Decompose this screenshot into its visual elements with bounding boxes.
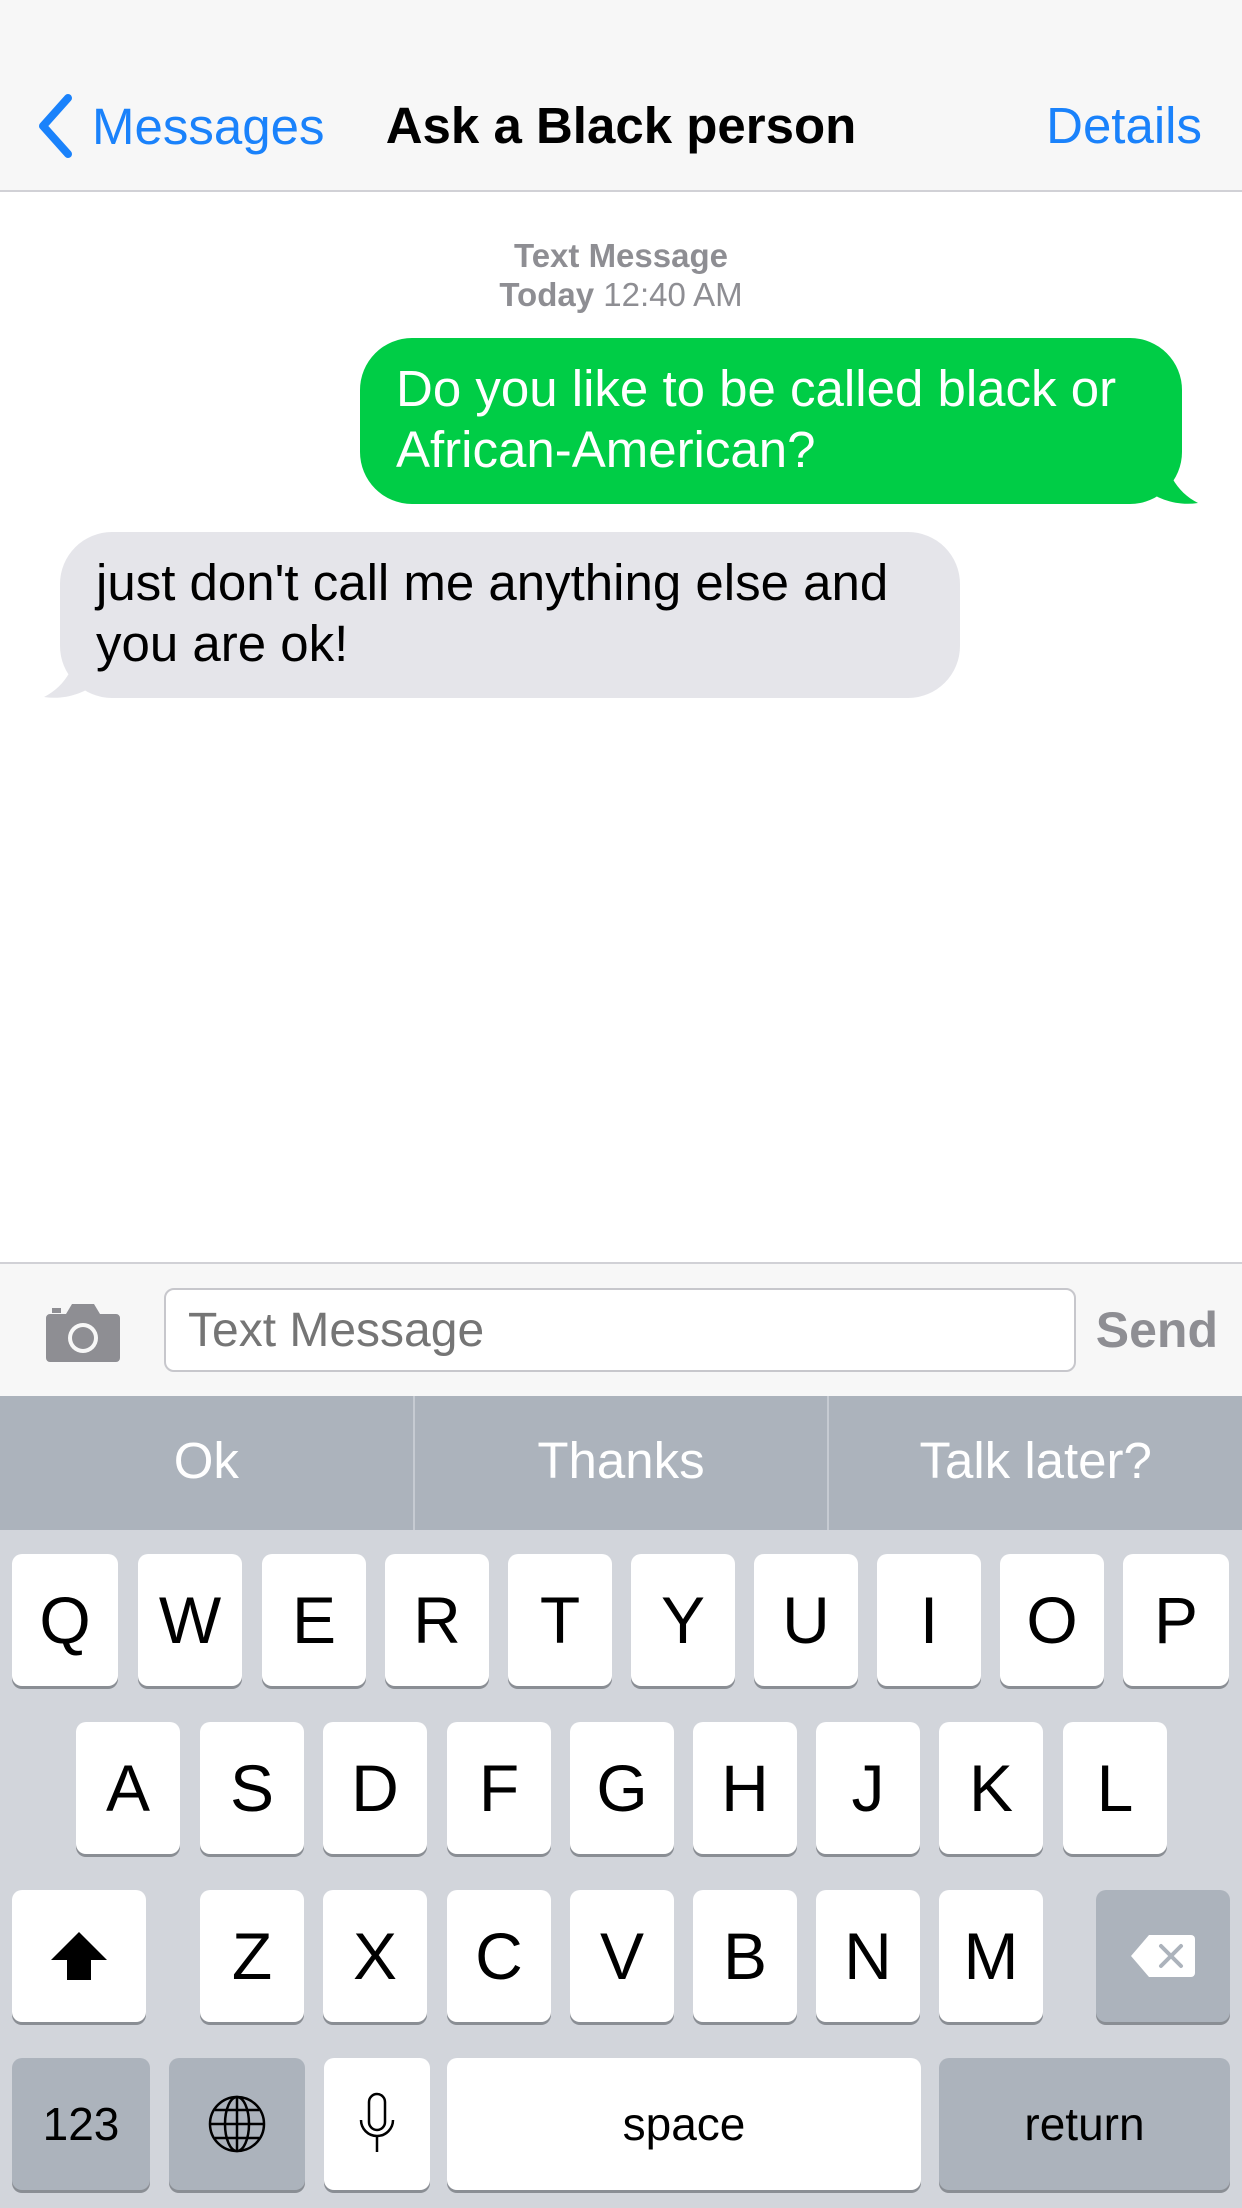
key-r[interactable]: R [385, 1554, 489, 1686]
suggestion-ok[interactable]: Ok [0, 1396, 413, 1530]
details-button[interactable]: Details [1046, 96, 1202, 155]
key-d[interactable]: D [323, 1722, 427, 1854]
timestamp-line: Today 12:40 AM [0, 275, 1242, 314]
shift-arrow-icon [51, 1932, 107, 1980]
send-button[interactable]: Send [1096, 1290, 1218, 1370]
dictation-key[interactable] [324, 2058, 430, 2190]
globe-icon [208, 2095, 266, 2153]
microphone-icon [359, 2092, 395, 2152]
suggestion-thanks[interactable]: Thanks [415, 1396, 828, 1530]
key-n[interactable]: N [816, 1890, 920, 2022]
key-w[interactable]: W [138, 1554, 242, 1686]
predictive-text-bar: Ok Thanks Talk later? [0, 1396, 1242, 1530]
space-key[interactable]: space [447, 2058, 921, 2190]
key-g[interactable]: G [570, 1722, 674, 1854]
key-y[interactable]: Y [631, 1554, 735, 1686]
key-f[interactable]: F [447, 1722, 551, 1854]
key-x[interactable]: X [323, 1890, 427, 2022]
message-input-bar: Send [0, 1262, 1242, 1396]
key-l[interactable]: L [1063, 1722, 1167, 1854]
numbers-key[interactable]: 123 [12, 2058, 150, 2190]
navigation-bar: Messages Ask a Black person Details [0, 0, 1242, 192]
key-k[interactable]: K [939, 1722, 1043, 1854]
message-timestamp: Text Message Today 12:40 AM [0, 236, 1242, 314]
key-c[interactable]: C [447, 1890, 551, 2022]
key-j[interactable]: J [816, 1722, 920, 1854]
delete-key[interactable] [1096, 1890, 1230, 2022]
key-a[interactable]: A [76, 1722, 180, 1854]
key-h[interactable]: H [693, 1722, 797, 1854]
key-z[interactable]: Z [200, 1890, 304, 2022]
backspace-icon [1131, 1935, 1195, 1977]
key-q[interactable]: Q [12, 1554, 118, 1686]
timestamp-day: Today [499, 276, 595, 313]
key-s[interactable]: S [200, 1722, 304, 1854]
timestamp-time: 12:40 AM [603, 276, 743, 313]
message-type-label: Text Message [514, 237, 728, 274]
key-m[interactable]: M [939, 1890, 1043, 2022]
key-o[interactable]: O [1000, 1554, 1104, 1686]
key-b[interactable]: B [693, 1890, 797, 2022]
outgoing-message-bubble[interactable]: Do you like to be called black or Africa… [360, 338, 1182, 504]
suggestion-talk-later[interactable]: Talk later? [829, 1396, 1242, 1530]
keyboard: Q W E R T Y U I O P A S D F G H J K L Z … [0, 1530, 1242, 2208]
camera-icon[interactable] [44, 1300, 122, 1364]
text-message-input[interactable] [164, 1288, 1076, 1372]
incoming-message-bubble[interactable]: just don't call me anything else and you… [60, 532, 960, 698]
key-p[interactable]: P [1123, 1554, 1229, 1686]
key-v[interactable]: V [570, 1890, 674, 2022]
globe-key[interactable] [169, 2058, 305, 2190]
return-key[interactable]: return [939, 2058, 1230, 2190]
key-i[interactable]: I [877, 1554, 981, 1686]
key-e[interactable]: E [262, 1554, 366, 1686]
key-u[interactable]: U [754, 1554, 858, 1686]
key-t[interactable]: T [508, 1554, 612, 1686]
shift-key[interactable] [12, 1890, 146, 2022]
